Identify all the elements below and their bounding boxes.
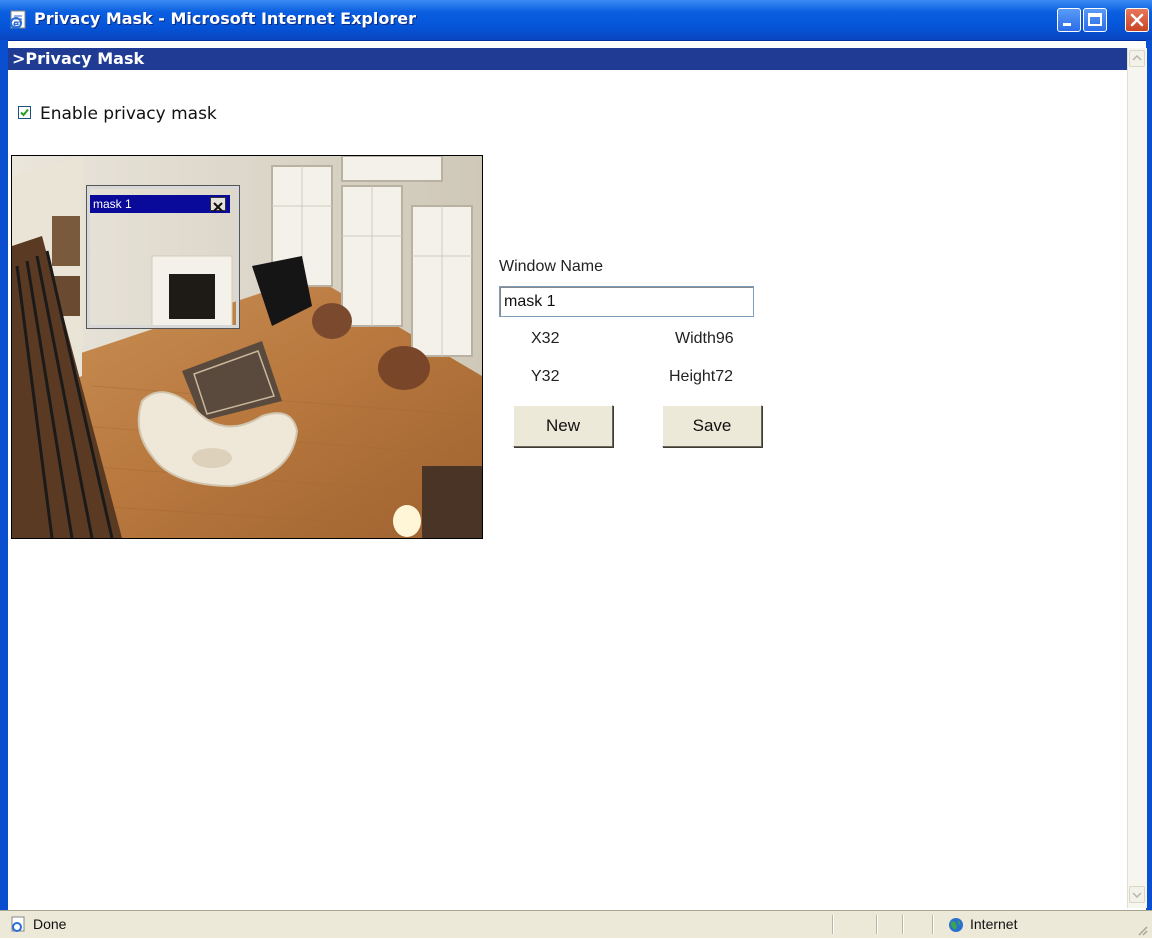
window-name-input[interactable]	[499, 286, 754, 317]
title-bar: e Privacy Mask - Microsoft Internet Expl…	[0, 0, 1152, 41]
close-icon	[213, 202, 223, 212]
status-divider	[876, 915, 878, 934]
status-bar: Done Internet	[0, 910, 1152, 938]
save-button[interactable]: Save	[662, 405, 762, 447]
status-divider	[902, 915, 904, 934]
room-scene-image	[12, 156, 482, 538]
mask-close-button[interactable]	[210, 197, 226, 212]
page-title: >Privacy Mask	[12, 49, 145, 68]
internet-globe-icon	[947, 916, 965, 938]
resize-grip-icon[interactable]	[1136, 921, 1148, 940]
camera-preview[interactable]: mask 1	[11, 155, 483, 539]
x-coordinate-label: X32	[531, 330, 560, 347]
minimize-icon	[1063, 23, 1071, 26]
close-button[interactable]	[1125, 8, 1149, 32]
status-text: Done	[33, 916, 67, 932]
svg-text:e: e	[13, 20, 19, 30]
status-divider	[832, 915, 834, 934]
security-zone-label: Internet	[970, 916, 1018, 932]
enable-privacy-mask-label: Enable privacy mask	[40, 104, 217, 124]
mask-title: mask 1	[90, 195, 230, 213]
privacy-mask-window[interactable]: mask 1	[86, 185, 240, 329]
minimize-button[interactable]	[1057, 8, 1081, 32]
vertical-scrollbar[interactable]	[1127, 48, 1147, 908]
scroll-up-button[interactable]	[1129, 50, 1145, 67]
page-header: >Privacy Mask	[8, 48, 1127, 70]
window-name-label: Window Name	[499, 258, 604, 275]
height-label: Height72	[669, 368, 734, 385]
maximize-icon	[1088, 13, 1102, 26]
checkmark-icon	[20, 108, 29, 117]
chevron-up-icon	[1132, 54, 1142, 61]
ie-page-icon: e	[8, 10, 30, 30]
close-icon	[1130, 13, 1144, 27]
y-coordinate-label: Y32	[531, 368, 560, 385]
window-title: Privacy Mask - Microsoft Internet Explor…	[34, 9, 416, 28]
chevron-down-icon	[1132, 892, 1142, 899]
scroll-down-button[interactable]	[1129, 886, 1145, 903]
mask-title-label: mask 1	[93, 197, 132, 211]
enable-privacy-mask-checkbox[interactable]	[18, 106, 31, 119]
width-label: Width96	[675, 330, 734, 347]
maximize-button[interactable]	[1083, 8, 1107, 32]
new-button[interactable]: New	[513, 405, 613, 447]
status-divider	[932, 915, 934, 934]
window-frame-left	[0, 40, 8, 910]
ie-page-icon	[10, 916, 28, 937]
browser-window: e Privacy Mask - Microsoft Internet Expl…	[0, 0, 1152, 938]
